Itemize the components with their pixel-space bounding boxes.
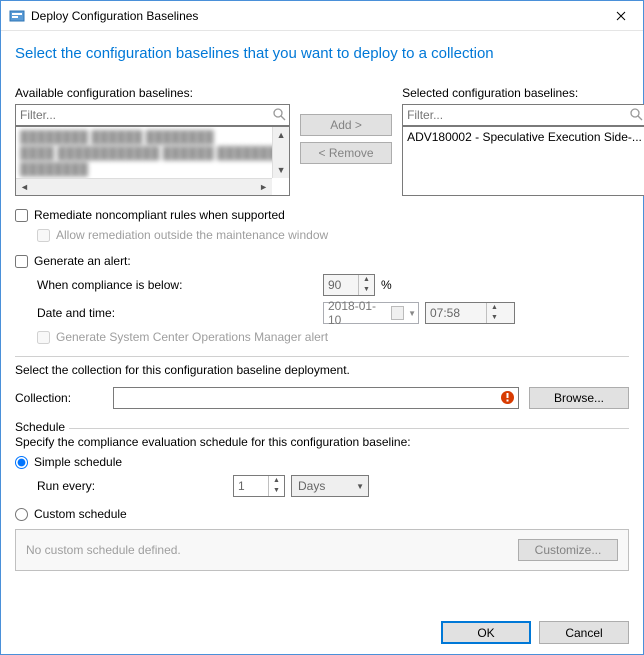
selected-listbox[interactable]: ADV180002 - Speculative Execution Side-.… [402,126,644,196]
ok-button[interactable]: OK [441,621,531,644]
schedule-unit-value: Days [298,479,325,493]
allow-outside-window-checkbox [37,229,50,242]
list-item[interactable]: ADV180002 - Speculative Execution Side-.… [407,129,642,145]
close-button[interactable] [598,1,643,31]
calendar-icon[interactable] [391,306,404,320]
available-listbox[interactable]: ████████ ██████ ████████ ████ ██████████… [15,126,290,196]
vertical-scrollbar[interactable]: ▲ ▼ [272,127,289,178]
custom-schedule-radio[interactable] [15,508,28,521]
list-item[interactable]: ████████ ██████ ████████ [20,129,285,145]
time-value-input[interactable] [426,304,486,323]
custom-schedule-none: No custom schedule defined. [26,543,181,557]
cancel-button[interactable]: Cancel [539,621,629,644]
custom-schedule-box: No custom schedule defined. Customize... [15,529,629,571]
generate-alert-checkbox[interactable] [15,255,28,268]
spin-up-icon[interactable]: ▲ [359,275,374,285]
customize-button: Customize... [518,539,618,561]
time-spinner[interactable]: ▲▼ [425,302,515,324]
list-item[interactable]: ████ ████████████ ██████ ████████ [20,145,285,161]
allow-outside-window-label: Allow remediation outside the maintenanc… [56,228,328,242]
schedule-legend: Schedule [15,420,71,434]
scroll-down-icon[interactable]: ▼ [277,162,286,178]
simple-schedule-label: Simple schedule [34,455,122,469]
compliance-spinner[interactable]: ▲▼ [323,274,375,296]
spin-down-icon[interactable]: ▼ [269,486,284,496]
available-label: Available configuration baselines: [15,86,290,100]
scroll-left-icon[interactable]: ◄ [16,182,33,192]
generate-alert-label: Generate an alert: [34,254,131,268]
chevron-down-icon: ▼ [356,482,364,491]
scom-alert-checkbox [37,331,50,344]
warning-icon [500,390,515,408]
run-every-spinner[interactable]: ▲▼ [233,475,285,497]
scom-alert-label: Generate System Center Operations Manage… [56,330,328,344]
window-title: Deploy Configuration Baselines [31,9,198,23]
scroll-right-icon[interactable]: ► [255,182,272,192]
compliance-below-label: When compliance is below: [37,278,317,292]
datetime-label: Date and time: [37,306,317,320]
close-icon [616,11,626,21]
selected-label: Selected configuration baselines: [402,86,644,100]
spin-up-icon[interactable]: ▲ [487,303,502,313]
browse-button[interactable]: Browse... [529,387,629,409]
schedule-unit-dropdown[interactable]: Days ▼ [291,475,369,497]
add-button[interactable]: Add > [300,114,392,136]
spin-down-icon[interactable]: ▼ [487,313,502,323]
collection-section-text: Select the collection for this configura… [15,363,629,377]
spin-down-icon[interactable]: ▼ [359,285,374,295]
dialog-window: Deploy Configuration Baselines Select th… [0,0,644,655]
list-item[interactable]: ████████ [20,161,285,177]
selected-filter-input[interactable] [402,104,644,126]
custom-schedule-label: Custom schedule [34,507,127,521]
schedule-text: Specify the compliance evaluation schedu… [15,435,629,449]
spin-up-icon[interactable]: ▲ [269,476,284,486]
app-icon [9,8,25,24]
titlebar: Deploy Configuration Baselines [1,1,643,31]
compliance-value-input[interactable] [324,276,358,295]
scroll-up-icon[interactable]: ▲ [277,127,286,143]
collection-label: Collection: [15,391,103,405]
page-headline: Select the configuration baselines that … [15,45,629,62]
run-every-label: Run every: [37,479,227,493]
search-icon [272,107,286,124]
date-value: 2018-01-10 [328,299,385,327]
date-picker[interactable]: 2018-01-10 ▼ [323,302,419,324]
remove-button[interactable]: < Remove [300,142,392,164]
content-area: Select the configuration baselines that … [1,31,643,654]
remediate-checkbox[interactable] [15,209,28,222]
available-filter-input[interactable] [15,104,290,126]
run-every-input[interactable] [234,477,268,496]
collection-input[interactable] [113,387,519,409]
horizontal-scrollbar[interactable]: ◄ ► [16,178,272,195]
search-icon [629,107,643,124]
simple-schedule-radio[interactable] [15,456,28,469]
compliance-unit: % [381,278,392,292]
remediate-label: Remediate noncompliant rules when suppor… [34,208,285,222]
chevron-down-icon[interactable]: ▼ [408,309,416,318]
